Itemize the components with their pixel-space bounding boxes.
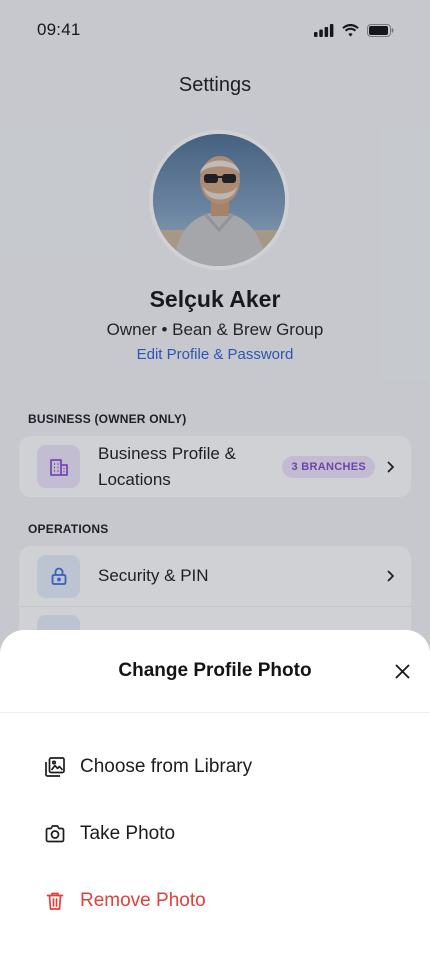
avatar-photo: [153, 134, 285, 266]
profile-name: Selçuk Aker: [149, 286, 281, 312]
status-time: 09:41: [37, 20, 81, 39]
branches-badge: 3 BRANCHES: [282, 455, 375, 478]
page-title: Settings: [178, 74, 252, 96]
wifi-icon: [342, 23, 359, 37]
battery-icon: [367, 23, 394, 37]
option-label: Remove Photo: [80, 890, 206, 911]
change-photo-sheet: Change Profile Photo Choose from Library: [0, 630, 430, 975]
profile-role: Owner • Bean & Brew Group: [106, 320, 324, 339]
business-card: Business Profile & Locations 3 BRANCHES: [19, 436, 411, 497]
lock-icon: [37, 554, 80, 598]
settings-screen: 09:41 Settings Selçuk Aker Owner • Bean …: [0, 0, 430, 975]
close-icon[interactable]: [391, 660, 413, 682]
row-label-line2: Locations: [98, 469, 171, 489]
chevron-right-icon: [387, 461, 395, 473]
camera-icon: [44, 823, 66, 845]
option-label: Choose from Library: [80, 756, 253, 777]
section-header-operations: OPERATIONS: [28, 522, 109, 536]
option-label: Take Photo: [80, 823, 176, 844]
edit-profile-link[interactable]: Edit Profile & Password: [0, 346, 430, 363]
sheet-title: Change Profile Photo: [118, 660, 312, 681]
avatar[interactable]: [149, 130, 289, 270]
sheet-header: Change Profile Photo: [0, 630, 430, 713]
row-business-profile[interactable]: Business Profile & Locations 3 BRANCHES: [19, 436, 411, 497]
row-security-pin[interactable]: Security & PIN: [19, 546, 411, 607]
chevron-right-icon: [387, 570, 395, 582]
section-header-business: BUSINESS (OWNER ONLY): [28, 412, 187, 426]
row-label-business-profile: Business Profile & Locations: [98, 441, 236, 493]
remove-photo-option[interactable]: Remove Photo: [44, 884, 206, 918]
building-icon: [37, 445, 80, 488]
row-label-line1: Business Profile &: [98, 443, 236, 463]
signal-icon: [314, 23, 334, 37]
status-bar: 09:41: [0, 0, 430, 60]
row-label-security: Security & PIN: [98, 566, 209, 585]
trash-icon: [44, 890, 66, 912]
status-icons: [314, 23, 394, 37]
choose-from-library-option[interactable]: Choose from Library: [44, 750, 252, 784]
photo-library-icon: [44, 756, 66, 778]
take-photo-option[interactable]: Take Photo: [44, 817, 175, 851]
